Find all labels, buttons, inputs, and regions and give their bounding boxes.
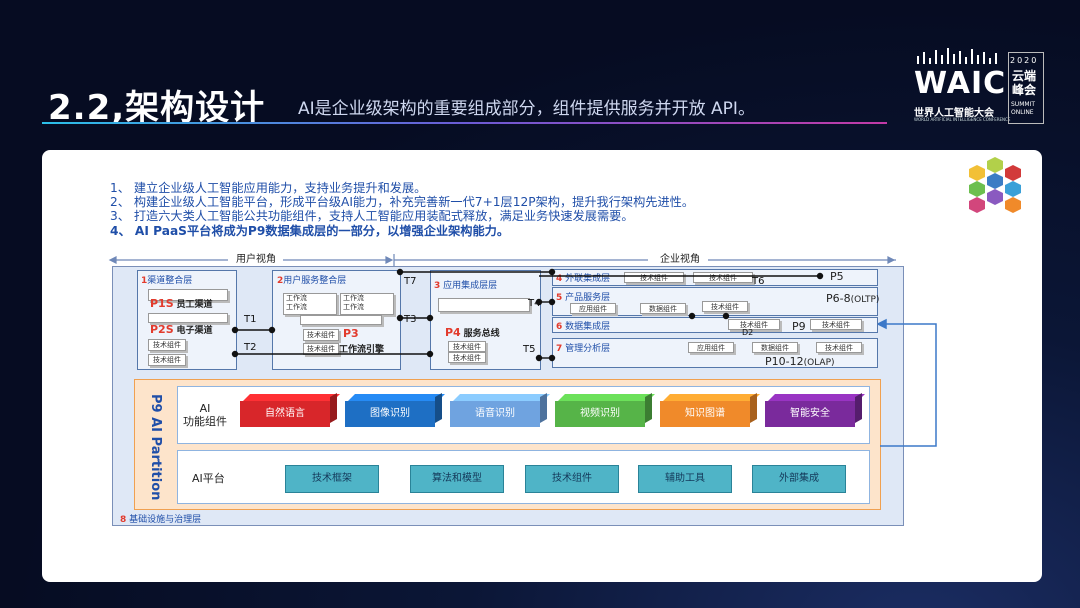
link-t1: T1	[244, 314, 257, 325]
ai-platform-item-2: 算法和模型	[410, 465, 504, 493]
link-t7: T7	[404, 276, 417, 287]
logo-wordmark: WAIC	[914, 66, 1007, 101]
ai-function-label: AI 功能组件	[183, 402, 227, 428]
link-t2: T2	[244, 342, 257, 353]
ai-component-2: 图像识别	[345, 401, 435, 427]
ai-platform-item-4: 辅助工具	[638, 465, 732, 493]
ai-platform-item-5: 外部集成	[752, 465, 846, 493]
ai-platform-label: AI平台	[192, 472, 225, 485]
ai-platform-item-3: 技术组件	[525, 465, 619, 493]
ai-component-3: 语音识别	[450, 401, 540, 427]
ai-component-6: 智能安全	[765, 401, 855, 427]
ai-partition-label-wrap: P9 AI Partition	[141, 386, 165, 502]
logo-summit-online: SUMMIT ONLINE	[1011, 101, 1035, 116]
enterprise-view-label: 企业视角	[660, 254, 700, 265]
layer-8-title: 8 基础设施与治理层	[120, 515, 202, 525]
ai-partition-label: P9 AI Partition	[148, 394, 163, 501]
logo-dots-icon	[917, 48, 997, 64]
connection-lines	[231, 268, 824, 362]
user-view-label: 用户视角	[236, 254, 276, 265]
view-arrows	[108, 254, 896, 266]
logo-english-name: WORLD ARTIFICIAL INTELLIGENCE CONFERENCE	[914, 117, 1011, 122]
ai-component-4: 视频识别	[555, 401, 645, 427]
link-t4: T4	[528, 298, 541, 309]
feedback-arrow	[878, 318, 937, 447]
point-4: 4、 AI PaaS平台将成为P9数据集成层的一部分，以增强企业架构能力。	[110, 224, 510, 238]
link-t3: T3	[404, 314, 417, 325]
link-d2: D2	[742, 328, 754, 337]
title-underline	[42, 122, 887, 124]
ai-component-1: 自然语言	[240, 401, 330, 427]
link-t6: T6	[752, 276, 765, 287]
page-subtitle: AI是企业级架构的重要组成部分，组件提供服务并开放 API。	[298, 99, 755, 119]
logo-year: 2020	[1010, 56, 1039, 65]
logo-cloud-summit: 云端峰会	[1012, 69, 1037, 97]
hexagon-cluster-icon	[969, 157, 1021, 213]
link-t5: T5	[523, 344, 536, 355]
ai-platform-item-1: 技术框架	[285, 465, 379, 493]
ai-component-5: 知识图谱	[660, 401, 750, 427]
